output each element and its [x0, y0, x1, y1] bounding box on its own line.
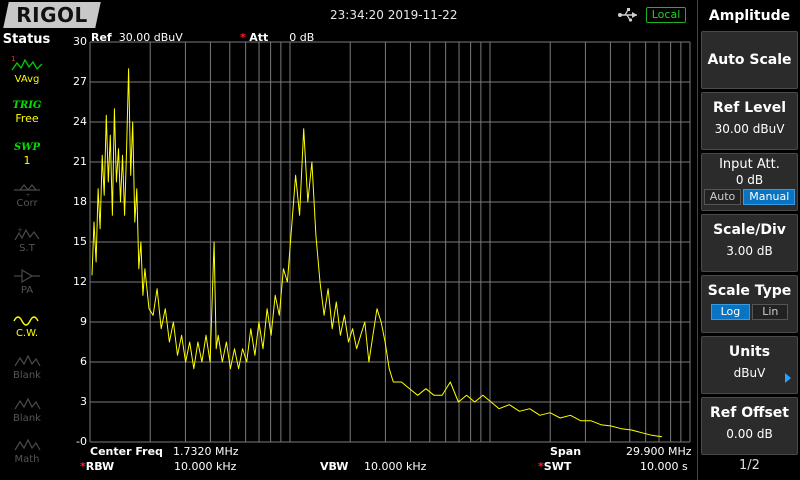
status-trace-avg[interactable]: 1 VAvg [6, 54, 48, 92]
status-panel: Status 1 VAvg TRIG Free SWP 1 + Corr + S… [0, 30, 53, 480]
y-tick-label: 27 [73, 75, 87, 88]
scale-type-lin-option[interactable]: Lin [752, 304, 789, 320]
rbw-value: 10.000 kHz [174, 460, 237, 473]
ref-offset-button[interactable]: Ref Offset 0.00 dB [701, 397, 798, 455]
ref-level-button[interactable]: Ref Level 30.00 dBuV [701, 92, 798, 150]
trace-avg-icon: 1 [11, 55, 43, 71]
scale-div-button[interactable]: Scale/Div 3.00 dB [701, 214, 798, 272]
status-blank-1[interactable]: Blank [6, 352, 48, 390]
rigol-logo: RIGOL [3, 2, 101, 28]
blank-icon [14, 397, 41, 410]
top-bar: RIGOL 23:34:20 2019-11-22 Local [0, 0, 697, 30]
spectrum-plot[interactable]: 30 27 24 21 18 15 12 9 6 3 -0 Ref 30.00 dBuV * Att… [53, 30, 697, 480]
status-st[interactable]: + S.T [6, 225, 48, 263]
spectrum-chart[interactable] [53, 30, 697, 480]
submenu-arrow-icon [785, 373, 791, 383]
cw-icon [13, 316, 39, 326]
corr-icon: + [14, 184, 40, 198]
input-att-manual-option[interactable]: Manual [743, 189, 796, 205]
auto-scale-button[interactable]: Auto Scale [701, 31, 798, 89]
y-tick-label: 12 [73, 275, 87, 288]
scale-type-log-option[interactable]: Log [710, 304, 751, 320]
input-att-button[interactable]: Input Att. 0 dB Auto Manual [701, 153, 798, 211]
y-tick-label: -0 [76, 435, 87, 448]
y-tick-label: 3 [80, 395, 87, 408]
status-trigger[interactable]: TRIG Free [6, 100, 48, 138]
rbw-label: *RBW [80, 460, 115, 473]
y-tick-label: 9 [80, 315, 87, 328]
date-time: 23:34:20 2019-11-22 [330, 8, 458, 22]
status-cw[interactable]: C.W. [6, 310, 48, 348]
softkey-menu: Amplitude Auto Scale Ref Level 30.00 dBu… [697, 0, 800, 480]
input-att-auto-option[interactable]: Auto [703, 189, 742, 205]
svg-text:1: 1 [11, 55, 15, 63]
units-button[interactable]: Units dBuV [701, 336, 798, 394]
status-sweep[interactable]: SWP 1 [6, 142, 48, 180]
att-marker-icon: * [240, 31, 246, 44]
usb-icon [618, 8, 637, 22]
y-tick-label: 15 [73, 235, 87, 248]
pa-icon [14, 268, 40, 284]
center-freq-value: 1.7320 MHz [173, 445, 239, 458]
svg-text:+: + [17, 226, 23, 234]
status-corr[interactable]: + Corr [6, 182, 48, 220]
y-tick-label: 6 [80, 355, 87, 368]
status-pa[interactable]: PA [6, 267, 48, 305]
y-tick-label: 21 [73, 155, 87, 168]
status-blank-2[interactable]: Blank [6, 395, 48, 433]
swt-value: 10.000 s [640, 460, 688, 473]
vbw-value: 10.000 kHz [364, 460, 427, 473]
menu-page-indicator[interactable]: 1/2 [698, 458, 800, 473]
blank-icon [14, 354, 41, 367]
swt-label: *SWT [538, 460, 572, 473]
status-title: Status [2, 32, 51, 47]
vbw-label: VBW [320, 460, 349, 473]
st-icon: + [14, 226, 40, 241]
y-tick-label: 24 [73, 115, 87, 128]
y-tick-label: 30 [73, 35, 87, 48]
math-icon [14, 438, 41, 451]
local-badge[interactable]: Local [646, 7, 686, 23]
span-label: Span [550, 445, 582, 458]
y-tick-label: 18 [73, 195, 87, 208]
status-math[interactable]: Math [6, 436, 48, 474]
span-value: 29.900 MHz [626, 445, 692, 458]
center-freq-label: Center Freq [90, 445, 163, 458]
attenuation-readout: * Att 0 dB [240, 31, 315, 44]
menu-title: Amplitude [698, 0, 800, 30]
ref-level-readout: Ref 30.00 dBuV [91, 31, 183, 44]
scale-type-button[interactable]: Scale Type Log Lin [701, 275, 798, 333]
